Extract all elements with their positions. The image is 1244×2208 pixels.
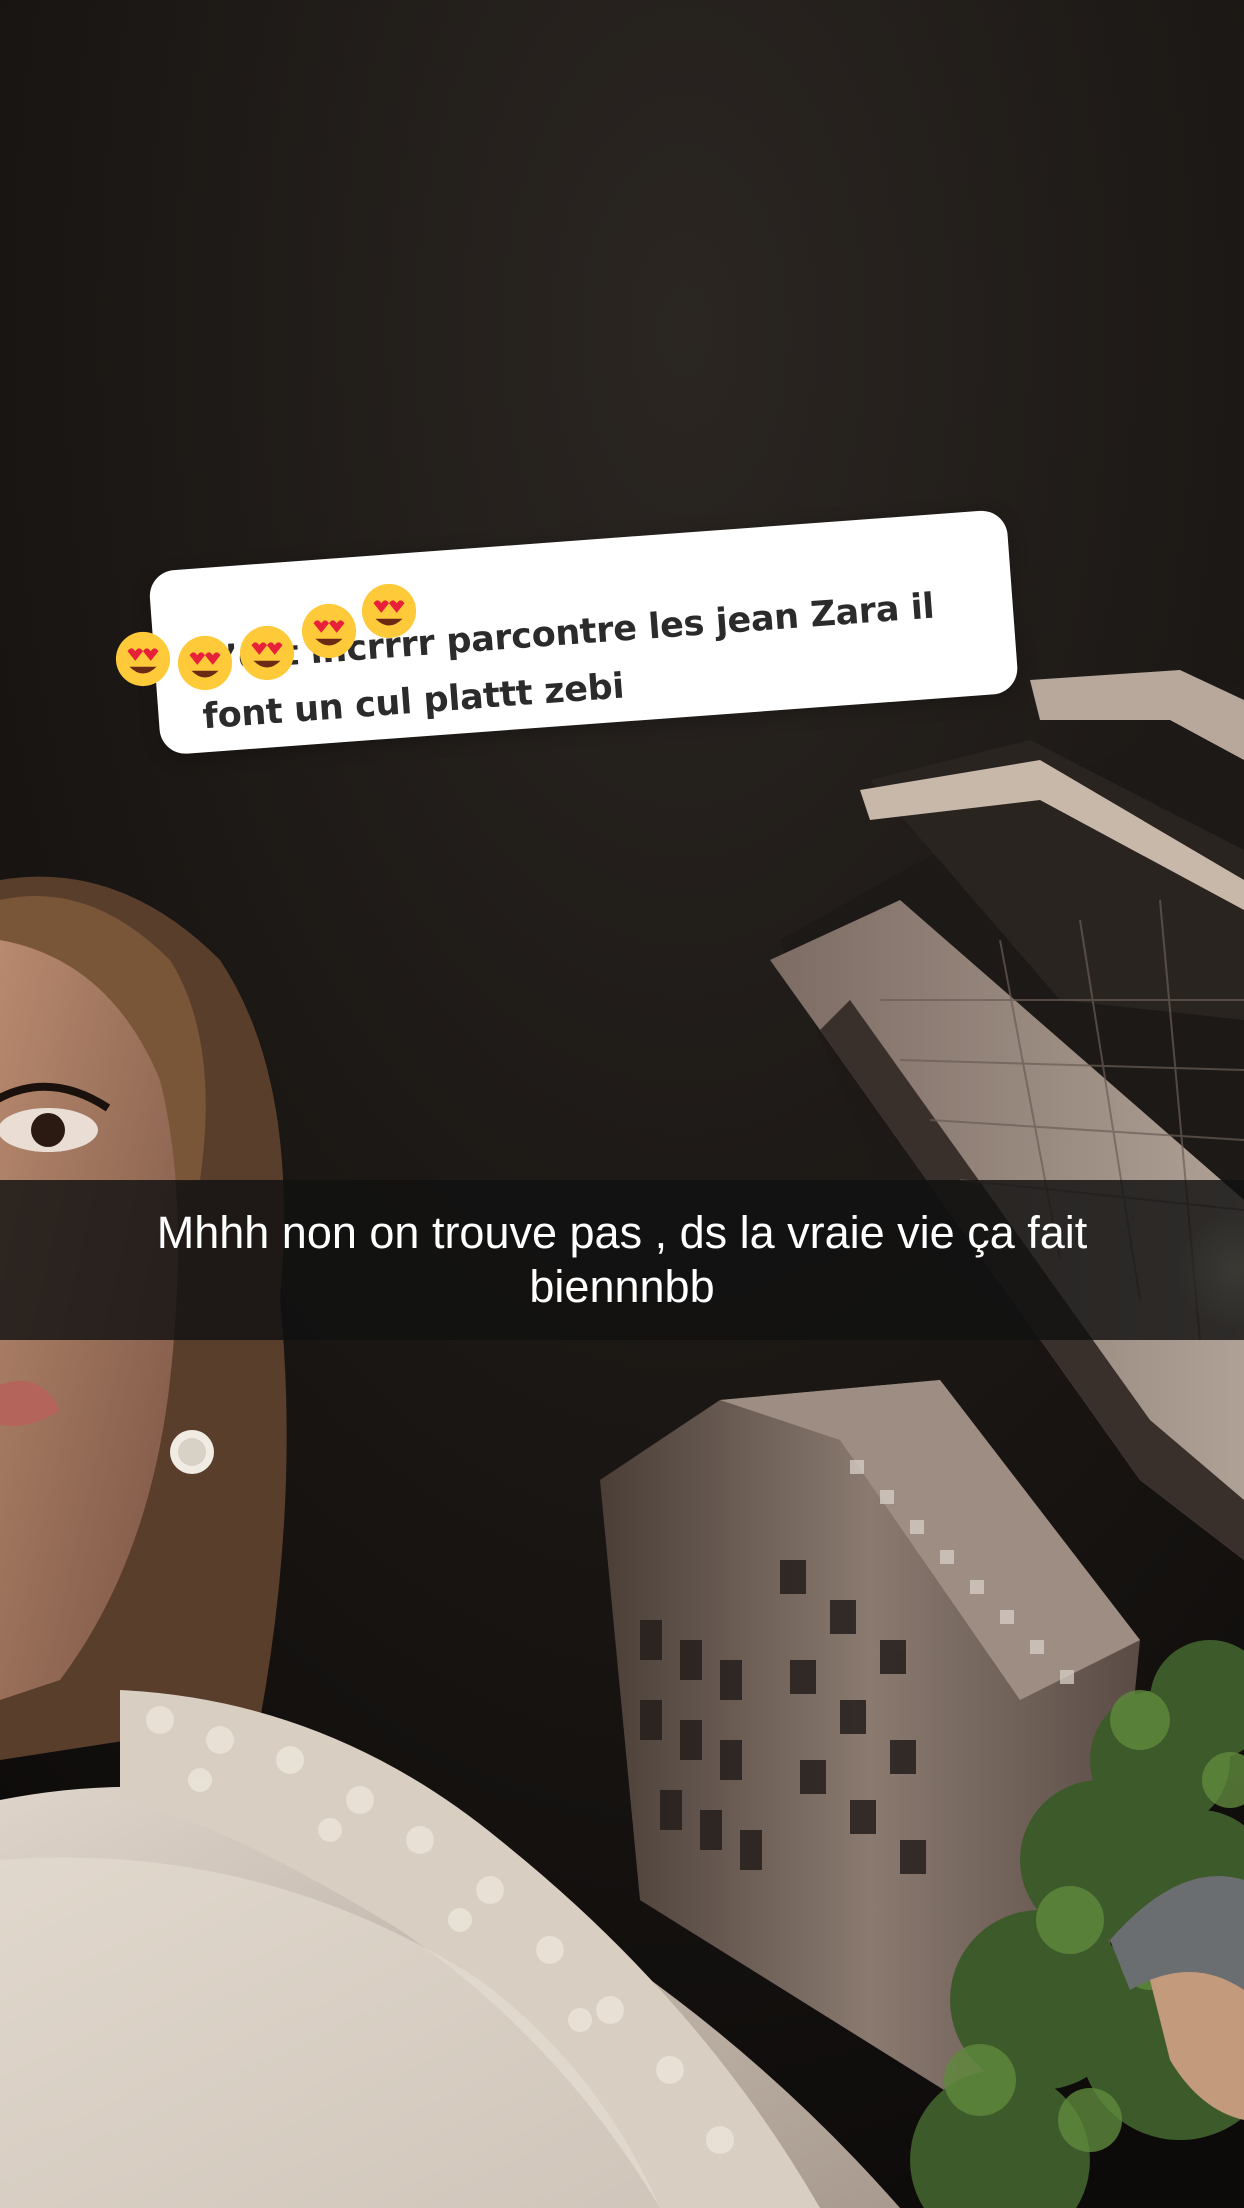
heart-eyes-emoji (301, 603, 357, 659)
heart-eyes-emoji (115, 631, 171, 687)
background-photo (0, 0, 1244, 2208)
caption-text: Mhhh non on trouve pas , ds la vraie vie… (156, 1207, 1088, 1312)
heart-eyes-emoji (177, 635, 233, 691)
story-view: C’est incrrrr parcontre les jean Zara il… (0, 0, 1244, 2208)
caption-bar[interactable]: Mhhh non on trouve pas , ds la vraie vie… (0, 1180, 1244, 1340)
heart-eyes-emoji (361, 583, 417, 639)
heart-eyes-emoji (239, 625, 295, 681)
emoji-row (112, 582, 432, 702)
